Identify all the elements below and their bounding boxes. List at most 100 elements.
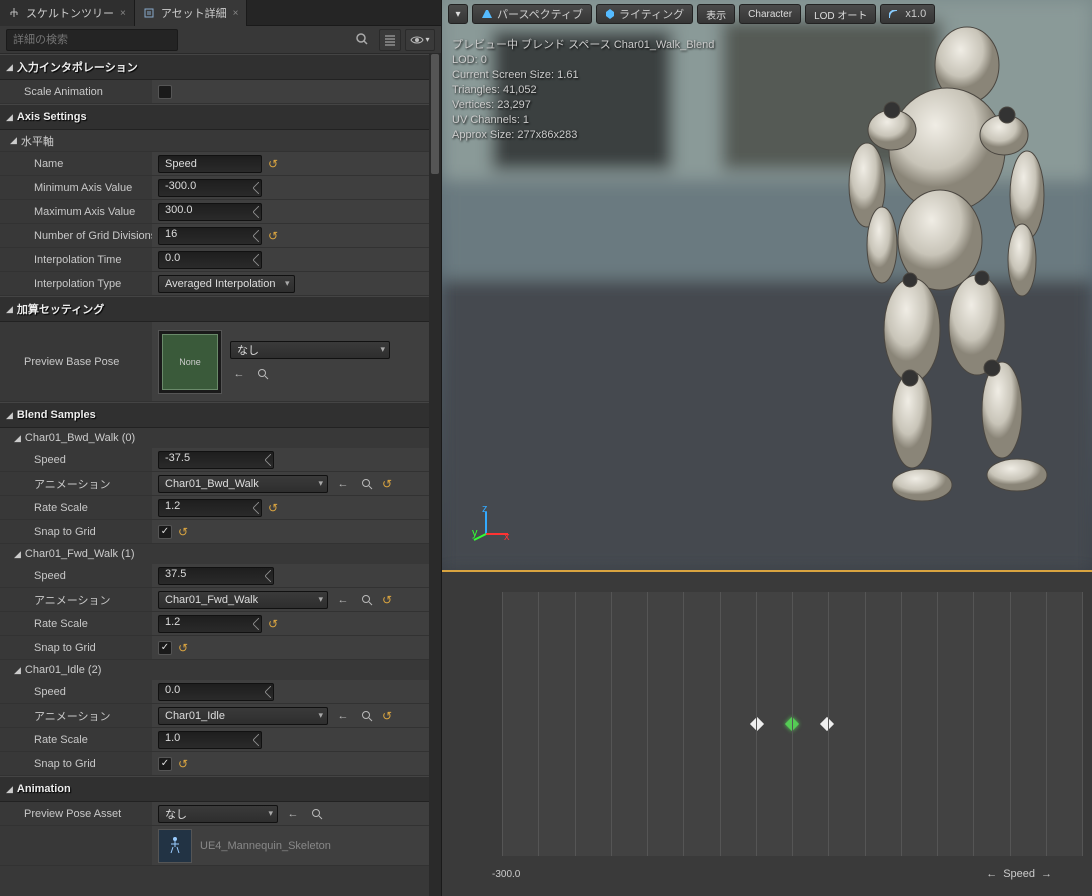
- close-icon[interactable]: ×: [120, 8, 126, 19]
- search-input[interactable]: [6, 29, 178, 51]
- browse-icon[interactable]: [358, 591, 376, 609]
- use-selected-icon[interactable]: ←: [334, 591, 352, 609]
- label-skeleton-asset: [0, 826, 152, 865]
- label-min-axis: Minimum Axis Value: [0, 176, 152, 199]
- speed-button[interactable]: x1.0: [880, 4, 935, 24]
- label-interp-time: Interpolation Time: [0, 248, 152, 271]
- label-animation: アニメーション: [0, 472, 152, 495]
- label-scale-animation: Scale Animation: [0, 80, 152, 103]
- reset-icon[interactable]: ↺: [178, 525, 188, 539]
- category-animation[interactable]: ◢Animation: [0, 776, 429, 802]
- blend-grid[interactable]: [502, 592, 1082, 856]
- viewport-toolbar: ▾ パースペクティブ ライティング 表示 Character LOD オート x…: [448, 4, 935, 24]
- skeleton-icon: [8, 7, 20, 19]
- details-scrollbar[interactable]: [429, 54, 441, 896]
- scale-animation-checkbox[interactable]: [158, 85, 172, 99]
- label-interp-type: Interpolation Type: [0, 272, 152, 295]
- interp-time-field[interactable]: 0.0: [158, 251, 262, 269]
- sample-header[interactable]: ◢Char01_Bwd_Walk (0): [0, 428, 429, 448]
- blend-space-editor[interactable]: -300.0 ←Speed→: [442, 570, 1092, 896]
- visibility-button[interactable]: ▾: [405, 29, 435, 51]
- browse-icon[interactable]: [358, 707, 376, 725]
- max-axis-field[interactable]: 300.0: [158, 203, 262, 221]
- sample-anim-dropdown[interactable]: Char01_Bwd_Walk: [158, 475, 328, 493]
- min-axis-field[interactable]: -300.0: [158, 179, 262, 197]
- character-button[interactable]: Character: [739, 4, 801, 24]
- tab-label: スケルトンツリー: [26, 5, 114, 21]
- use-selected-icon[interactable]: ←: [284, 805, 302, 823]
- reset-icon[interactable]: ↺: [268, 157, 278, 171]
- preview-base-dropdown[interactable]: なし: [230, 341, 390, 359]
- left-tabs: スケルトンツリー × アセット詳細 ×: [0, 0, 441, 26]
- label-speed: Speed: [0, 680, 152, 703]
- category-blend-samples[interactable]: ◢Blend Samples: [0, 402, 429, 428]
- grid-divisions-field[interactable]: 16: [158, 227, 262, 245]
- label-preview-pose-asset: Preview Pose Asset: [0, 802, 152, 825]
- sample-rate-field[interactable]: 1.2: [158, 499, 262, 517]
- svg-text:y: y: [472, 527, 478, 539]
- blend-sample-dot[interactable]: [820, 717, 834, 731]
- reset-icon[interactable]: ↺: [382, 593, 392, 607]
- viewport-menu-button[interactable]: ▾: [448, 4, 468, 24]
- reset-icon[interactable]: ↺: [268, 501, 278, 515]
- use-selected-icon[interactable]: ←: [334, 475, 352, 493]
- browse-icon[interactable]: [308, 805, 326, 823]
- viewport[interactable]: ▾ パースペクティブ ライティング 表示 Character LOD オート x…: [442, 0, 1092, 570]
- perspective-button[interactable]: パースペクティブ: [472, 4, 592, 24]
- svg-text:z: z: [482, 506, 488, 515]
- use-selected-icon[interactable]: ←: [334, 707, 352, 725]
- browse-icon[interactable]: [254, 365, 272, 383]
- browse-icon[interactable]: [358, 475, 376, 493]
- viewport-stats: プレビュー中 ブレンド スペース Char01_Walk_Blend LOD: …: [452, 38, 714, 143]
- mannequin-preview: [682, 10, 1092, 550]
- sample-header[interactable]: ◢Char01_Idle (2): [0, 660, 429, 680]
- details-scroll: ◢入力インタポレーション Scale Animation ◢Axis Setti…: [0, 54, 429, 896]
- category-input-interpolation[interactable]: ◢入力インタポレーション: [0, 54, 429, 80]
- close-icon[interactable]: ×: [233, 8, 239, 19]
- reset-icon[interactable]: ↺: [268, 229, 278, 243]
- sample-speed-field[interactable]: 0.0: [158, 683, 274, 701]
- label-speed: Speed: [0, 448, 152, 471]
- show-button[interactable]: 表示: [697, 4, 735, 24]
- search-icon[interactable]: [355, 32, 371, 48]
- list-view-button[interactable]: [379, 29, 401, 51]
- label-snap-to-grid: Snap to Grid: [0, 520, 152, 543]
- sample-anim-dropdown[interactable]: Char01_Idle: [158, 707, 328, 725]
- reset-icon[interactable]: ↺: [382, 477, 392, 491]
- label-animation: アニメーション: [0, 588, 152, 611]
- tab-asset-details[interactable]: アセット詳細 ×: [135, 0, 248, 26]
- sample-rate-field[interactable]: 1.0: [158, 731, 262, 749]
- subcategory-horizontal-axis[interactable]: ◢水平軸: [0, 130, 429, 152]
- tab-skeleton-tree[interactable]: スケルトンツリー ×: [0, 0, 135, 26]
- reset-icon[interactable]: ↺: [382, 709, 392, 723]
- lod-button[interactable]: LOD オート: [805, 4, 876, 24]
- sample-speed-field[interactable]: -37.5: [158, 451, 274, 469]
- sample-anim-dropdown[interactable]: Char01_Fwd_Walk: [158, 591, 328, 609]
- category-additive[interactable]: ◢加算セッティング: [0, 296, 429, 322]
- skeleton-name: UE4_Mannequin_Skeleton: [200, 840, 331, 852]
- preview-pose-dropdown[interactable]: なし: [158, 805, 278, 823]
- label-rate-scale: Rate Scale: [0, 612, 152, 635]
- label-max-axis: Maximum Axis Value: [0, 200, 152, 223]
- snap-checkbox[interactable]: [158, 757, 172, 771]
- blend-sample-dot[interactable]: [750, 717, 764, 731]
- category-axis-settings[interactable]: ◢Axis Settings: [0, 104, 429, 130]
- reset-icon[interactable]: ↺: [268, 617, 278, 631]
- reset-icon[interactable]: ↺: [178, 641, 188, 655]
- skeleton-thumbnail[interactable]: [158, 829, 192, 863]
- snap-checkbox[interactable]: [158, 641, 172, 655]
- sample-header[interactable]: ◢Char01_Fwd_Walk (1): [0, 544, 429, 564]
- preview-base-thumbnail[interactable]: None: [158, 330, 222, 394]
- use-selected-icon[interactable]: ←: [230, 365, 248, 383]
- axis-min-label: -300.0: [492, 869, 520, 880]
- name-field[interactable]: Speed: [158, 155, 262, 173]
- axis-gizmo[interactable]: z x y: [472, 506, 512, 546]
- label-grid-divisions: Number of Grid Divisions: [0, 224, 152, 247]
- reset-icon[interactable]: ↺: [178, 757, 188, 771]
- snap-checkbox[interactable]: [158, 525, 172, 539]
- label-name: Name: [0, 152, 152, 175]
- lit-button[interactable]: ライティング: [596, 4, 693, 24]
- sample-rate-field[interactable]: 1.2: [158, 615, 262, 633]
- interp-type-dropdown[interactable]: Averaged Interpolation: [158, 275, 295, 293]
- sample-speed-field[interactable]: 37.5: [158, 567, 274, 585]
